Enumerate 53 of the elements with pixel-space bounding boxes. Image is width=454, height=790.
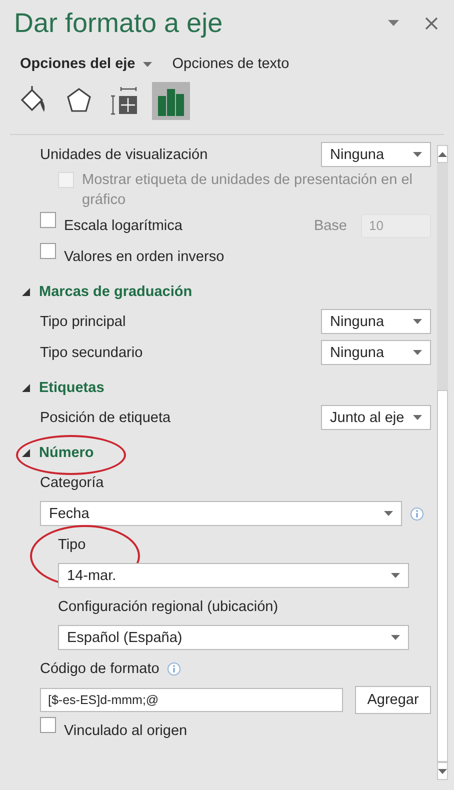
field-label: Categoría: [40, 474, 104, 492]
add-button[interactable]: Agregar: [355, 686, 431, 714]
checkbox-label: Valores en orden inverso: [64, 248, 224, 266]
up-arrow-icon: [438, 152, 447, 156]
dropdown[interactable]: Junto al eje: [321, 405, 431, 430]
field-label: Unidades de visualización: [40, 146, 208, 164]
field-label: Tipo: [58, 536, 86, 554]
checkbox-label: Vinculado al origen: [64, 722, 188, 740]
field-label: Tipo secundario: [40, 344, 143, 362]
pentagon-icon: [66, 87, 92, 115]
info-icon: [410, 506, 424, 520]
caret-icon: [413, 152, 422, 157]
field-label: Posición de etiqueta: [40, 408, 171, 428]
section-header[interactable]: Número: [22, 445, 94, 461]
caret-icon: [413, 415, 422, 420]
expand-triangle-icon: [22, 449, 30, 457]
options-tab[interactable]: Opciones de texto: [172, 56, 290, 72]
scroll-down-button[interactable]: [437, 762, 448, 780]
base-label: Base: [314, 216, 347, 236]
caret-icon: [384, 511, 393, 516]
scrollbar-thumb[interactable]: [437, 390, 448, 762]
field-label: Configuración regional (ubicación): [58, 598, 278, 616]
expand-triangle-icon: [22, 384, 30, 392]
pane-title: Dar formato a eje: [14, 8, 224, 38]
checkbox-label: Escala logarítmica: [64, 216, 182, 236]
down-arrow-icon: [438, 768, 447, 774]
checkbox-label: Mostrar etiqueta de unidades de presentación en el gráfico: [82, 171, 414, 210]
size-properties-icon: [111, 86, 139, 116]
caret-icon: [413, 350, 422, 355]
info-icon: [167, 662, 182, 676]
checkbox[interactable]: [40, 717, 56, 733]
section-header[interactable]: Marcas de graduación: [22, 284, 192, 300]
caret-icon: [391, 573, 400, 578]
dropdown[interactable]: Fecha: [40, 501, 402, 526]
dropdown[interactable]: Ninguna: [321, 142, 431, 167]
caret-icon: [388, 20, 399, 26]
field-label: Código de formato: [40, 660, 160, 678]
scroll-up-button[interactable]: [437, 145, 448, 163]
close-icon: [425, 16, 438, 30]
checkbox[interactable]: [40, 212, 56, 228]
dropdown[interactable]: Ninguna: [321, 340, 431, 365]
caret-icon: [413, 319, 422, 324]
checkbox[interactable]: [40, 243, 56, 259]
format-code-field[interactable]: [$-es-ES]d-mmm;@: [40, 688, 343, 712]
dropdown[interactable]: Ninguna: [321, 309, 431, 334]
caret-icon: [391, 635, 400, 640]
bar-chart-icon: [157, 86, 185, 116]
dropdown[interactable]: 14-mar.: [58, 563, 409, 588]
expand-triangle-icon: [22, 288, 30, 296]
options-tab[interactable]: Opciones del eje: [20, 56, 152, 72]
section-header[interactable]: Etiquetas: [22, 380, 104, 396]
dropdown[interactable]: Español (España): [58, 625, 409, 650]
field-label: Tipo principal: [40, 312, 126, 332]
